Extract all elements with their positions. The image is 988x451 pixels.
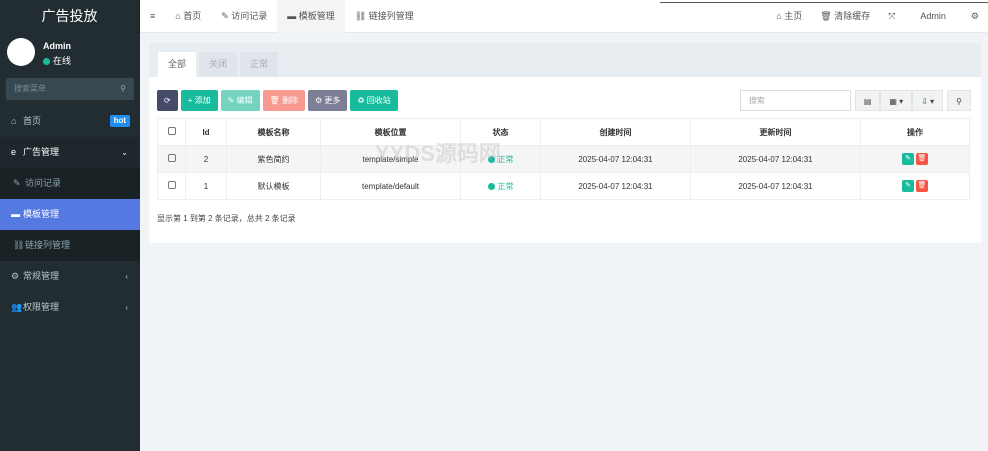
row-delete-button[interactable]: 🗑 (916, 180, 928, 192)
online-dot-icon (43, 58, 50, 65)
chevron-left-icon: ‹ (125, 303, 128, 312)
sidebar-item-permissions[interactable]: 👥权限管理 ‹ (0, 292, 140, 323)
content-panel: 全部 关闭 正常 ⟳ + 添加 ✎ 编辑 🗑 删除 ⚙ 更多 ♻ 回收站 搜索 … (149, 43, 981, 243)
window-icon: ▬ (11, 209, 20, 219)
unlink-icon: ⛓ (13, 240, 25, 250)
user-status: 在线 (43, 54, 71, 67)
hot-badge: hot (109, 115, 130, 127)
search-icon: ⚲ (120, 84, 126, 93)
columns-button[interactable]: ▦ ▾ (880, 90, 913, 111)
sidebar-item-general[interactable]: ⚙ 常规管理 ‹ (0, 261, 140, 292)
tab-links[interactable]: ⛓ 链接列管理 (345, 0, 424, 33)
row-checkbox[interactable] (167, 154, 176, 162)
status-badge: 正常 (460, 145, 541, 173)
home-icon: ⌂ (11, 116, 17, 126)
avatar (7, 38, 35, 66)
user-menu[interactable]: Admin (904, 0, 962, 33)
refresh-button[interactable]: ⟳ (157, 90, 178, 111)
row-edit-button[interactable]: ✎ (902, 153, 914, 165)
table-search-input[interactable]: 搜索 (739, 90, 851, 111)
delete-button[interactable]: 🗑 删除 (262, 90, 305, 111)
table-row[interactable]: 1 默认模板 template/default 正常 2025-04-07 12:0… (157, 172, 970, 200)
tab-visits[interactable]: ✎ 访问记录 (211, 0, 277, 33)
filter-tab-normal[interactable]: 正常 (240, 52, 279, 77)
sidebar-item-ads[interactable]: e 广告管理 ⌄ (0, 137, 140, 168)
tab-home[interactable]: ⌂ 首页 (165, 0, 211, 33)
export-button[interactable]: ⇩ ▾ (912, 90, 944, 111)
users-icon: 👥 (11, 302, 23, 312)
clear-cache-button[interactable]: 🗑 清除缓存 (811, 0, 879, 33)
menu-toggle-icon[interactable]: ≡ (140, 0, 165, 33)
app-logo[interactable]: 广告投放 (0, 0, 140, 33)
filter-tab-closed[interactable]: 关闭 (199, 52, 238, 77)
sidebar-item-home[interactable]: ⌂ 首页 hot (0, 106, 140, 137)
chevron-left-icon: ‹ (125, 272, 128, 281)
edit-button[interactable]: ✎ 编辑 (220, 90, 260, 111)
sidebar-item-templates[interactable]: ▬ 模板管理 (0, 199, 140, 230)
sidebar-item-links[interactable]: ⛓链接列管理 (0, 230, 140, 261)
templates-table: Id 模板名称 模板位置 状态 创建时间 更新时间 操作 2 紫色简约 templa… (157, 118, 970, 200)
row-edit-button[interactable]: ✎ (902, 180, 914, 192)
sidebar: 广告投放 Admin 在线 搜索菜单 ⚲ ⌂ 首页 hot e 广告管理 ⌄ ✎ 访问记录 … (0, 0, 140, 451)
row-delete-button[interactable]: 🗑 (916, 153, 928, 165)
user-name: Admin (43, 41, 71, 51)
ie-icon: e (11, 147, 17, 157)
pencil-icon: ✎ (13, 178, 21, 188)
settings-icon[interactable]: ⚙ (962, 0, 988, 33)
filter-tab-all[interactable]: 全部 (158, 52, 197, 77)
fullscreen-icon[interactable]: ⤧ (879, 0, 904, 33)
select-all-checkbox[interactable] (167, 127, 176, 135)
chevron-down-icon: ⌄ (121, 148, 128, 157)
advanced-search-button[interactable]: ⚲ (947, 90, 971, 111)
top-header: ≡ ⌂ 首页 ✎ 访问记录 ▬ 模板管理 ⛓ 链接列管理 ⌂ 主页 🗑 清除缓存… (140, 0, 988, 33)
add-button[interactable]: + 添加 (180, 90, 218, 111)
row-checkbox[interactable] (167, 181, 176, 189)
menu-search-input[interactable]: 搜索菜单 ⚲ (6, 78, 134, 100)
more-button[interactable]: ⚙ 更多 (307, 90, 348, 111)
recycle-bin-button[interactable]: ♻ 回收站 (350, 90, 398, 111)
sidebar-item-visits[interactable]: ✎ 访问记录 (0, 168, 140, 199)
user-panel: Admin 在线 (0, 33, 140, 75)
home-link[interactable]: ⌂ 主页 (767, 0, 811, 33)
toggle-view-button[interactable]: ▤ (854, 90, 881, 111)
tab-templates[interactable]: ▬ 模板管理 (277, 0, 345, 33)
cogs-icon: ⚙ (11, 271, 20, 281)
table-row[interactable]: 2 紫色简约 template/simple 正常 2025-04-07 12:04… (157, 145, 970, 173)
pagination-info: 显示第 1 到第 2 条记录，总共 2 条记录 (157, 214, 296, 223)
status-badge: 正常 (460, 172, 541, 200)
